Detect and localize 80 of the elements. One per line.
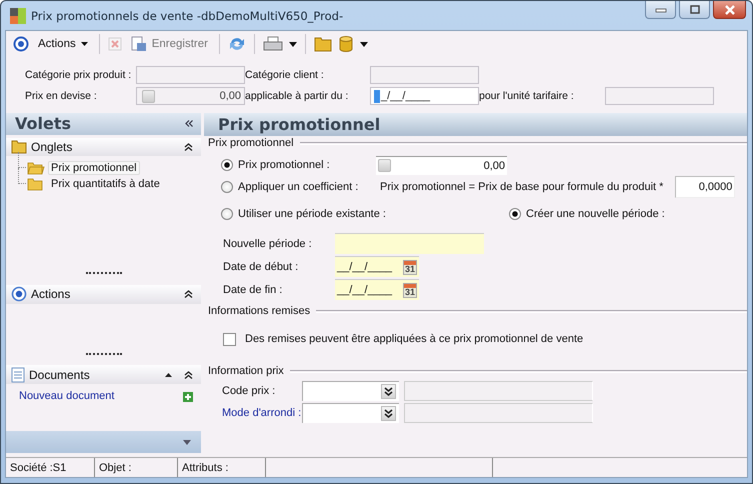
input-field[interactable] xyxy=(370,66,479,84)
tree-item[interactable]: Prix promotionnel xyxy=(48,161,140,176)
up-arrow-icon[interactable] xyxy=(165,372,172,377)
status-cell: Attributs : xyxy=(178,458,266,477)
radio-button[interactable] xyxy=(509,208,521,220)
status-cell: Objet : xyxy=(95,458,178,477)
dropdown-field[interactable] xyxy=(302,403,399,423)
radio-button[interactable] xyxy=(221,181,233,193)
printer-icon[interactable] xyxy=(262,36,283,52)
tree-item[interactable]: Prix quantitatifs à date xyxy=(48,177,163,192)
field-label: Nouvelle période : xyxy=(223,238,313,250)
checkbox[interactable] xyxy=(223,332,236,346)
date-field[interactable]: __/__/____ 31 xyxy=(335,279,419,300)
maximize-icon xyxy=(688,4,700,14)
date-field[interactable]: __/__/____ 31 xyxy=(335,256,419,277)
caret-icon xyxy=(80,42,88,46)
coefficient-field[interactable]: 0,0000 xyxy=(675,176,736,198)
field-link-label[interactable]: Mode d'arrondi : xyxy=(222,407,302,419)
refresh-icon[interactable] xyxy=(228,36,246,52)
field-label: Catégorie client : xyxy=(245,69,325,81)
chevron-down-icon[interactable] xyxy=(384,387,393,396)
maximize-button[interactable] xyxy=(679,1,710,19)
radio-button[interactable] xyxy=(221,159,233,171)
section-header[interactable]: Actions xyxy=(31,287,70,302)
folder-icon xyxy=(27,178,45,191)
target-icon xyxy=(11,286,27,302)
save-icon xyxy=(130,36,147,52)
new-document-link[interactable]: Nouveau document xyxy=(19,390,114,402)
collapse-panel-icon[interactable] xyxy=(185,120,193,128)
radio-label[interactable]: Appliquer un coefficient : xyxy=(238,181,358,193)
radio-button[interactable] xyxy=(221,208,233,220)
dropdown-field[interactable] xyxy=(302,381,399,401)
field-label: applicable à partir du : xyxy=(245,90,350,102)
field-label: pour l'unité tarifaire : xyxy=(479,90,575,102)
status-cell: Société :S1 xyxy=(6,458,95,477)
folder-icon[interactable] xyxy=(314,36,332,52)
panel-title: Volets xyxy=(15,114,72,134)
group-title: Informations remises xyxy=(208,305,310,317)
date-field[interactable]: _/__/____ xyxy=(370,87,479,105)
amount-field[interactable]: 0,00 xyxy=(136,87,245,105)
minimize-icon xyxy=(654,6,666,12)
field-label: Code prix : xyxy=(222,385,276,397)
folder-icon xyxy=(11,140,27,154)
calendar-button[interactable]: 31 xyxy=(402,260,417,274)
input-field[interactable] xyxy=(136,66,245,84)
field-label: Date de début : xyxy=(223,260,300,272)
page-heading: Prix promotionnel xyxy=(218,115,380,134)
document-icon xyxy=(11,366,25,383)
input-field[interactable] xyxy=(605,87,714,105)
input-field[interactable] xyxy=(335,233,484,254)
amount-field[interactable]: 0,00 xyxy=(376,156,507,174)
radio-label[interactable]: Utiliser une période existante : xyxy=(238,208,386,220)
window-title: Prix promotionnels de vente -dbDemoMultiV650_Prod- xyxy=(31,8,344,22)
minimize-button[interactable] xyxy=(645,1,676,19)
database-icon[interactable] xyxy=(338,36,354,52)
field-label: Prix en devise : xyxy=(25,90,98,102)
close-icon xyxy=(724,4,736,14)
chevron-down-icon[interactable] xyxy=(384,409,393,418)
checkbox-label[interactable]: Des remises peuvent être appliquées à ce prix promotionnel de vente xyxy=(245,333,584,345)
dropdown-arrow-icon[interactable] xyxy=(360,42,368,46)
target-icon[interactable] xyxy=(13,36,29,52)
section-header[interactable]: Onglets xyxy=(31,140,72,154)
dropdown-arrow-icon[interactable] xyxy=(288,42,297,46)
calendar-button[interactable]: 31 xyxy=(402,282,417,298)
radio-label[interactable]: Créer une nouvelle période : xyxy=(526,208,665,220)
collapse-icon[interactable] xyxy=(184,290,193,298)
collapse-icon[interactable] xyxy=(184,370,193,379)
folder-icon xyxy=(27,162,45,175)
group-title: Prix promotionnel xyxy=(208,137,294,149)
close-button[interactable] xyxy=(713,1,746,19)
group-title: Information prix xyxy=(208,365,284,377)
field-label: Date de fin : xyxy=(223,284,284,296)
add-icon[interactable] xyxy=(183,392,193,402)
app-icon xyxy=(10,8,26,24)
formula-text: Prix promotionnel = Prix de base pour formule du produit * xyxy=(380,181,664,193)
collapse-icon[interactable] xyxy=(184,143,193,152)
down-arrow-icon[interactable] xyxy=(183,440,191,445)
actions-menu-button[interactable]: Actions xyxy=(35,38,91,50)
radio-label[interactable]: Prix promotionnel : xyxy=(238,159,330,171)
field-label: Catégorie prix produit : xyxy=(25,69,132,81)
